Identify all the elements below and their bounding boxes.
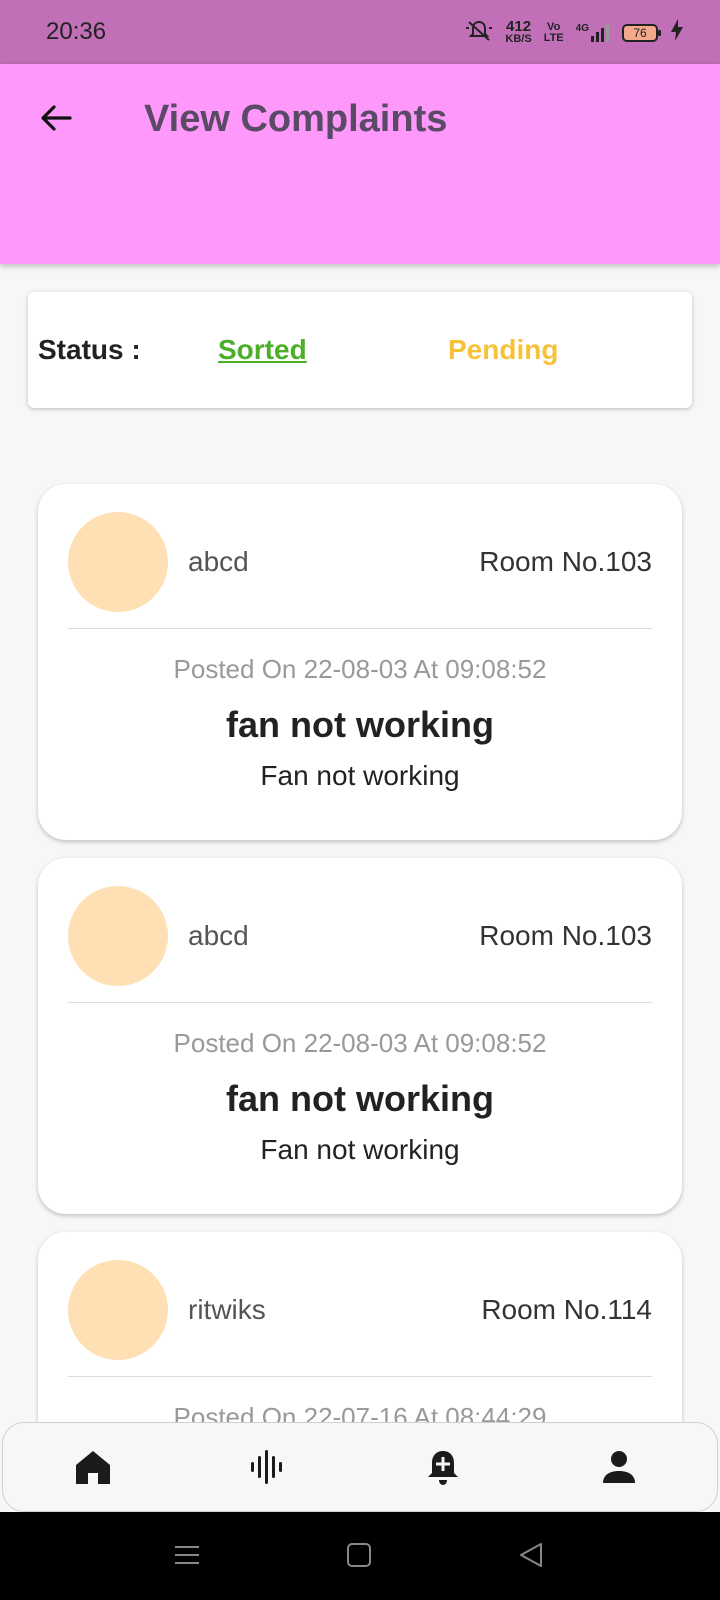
nav-profile[interactable] [597, 1445, 641, 1489]
system-nav-bar [0, 1512, 720, 1600]
complaint-room: Room No.103 [479, 920, 652, 951]
divider [68, 1002, 652, 1003]
bottom-nav [2, 1422, 718, 1512]
battery-icon: 76 [622, 23, 661, 42]
complaint-posted: Posted On 22-08-03 At 09:08:52 [173, 1028, 547, 1058]
net-speed-value: 412 [506, 18, 532, 35]
status-time: 20:36 [46, 18, 107, 45]
recents-button[interactable] [172, 1540, 202, 1570]
audio-wave-icon [251, 1450, 282, 1484]
complaint-user: abcd [188, 920, 249, 951]
complaint-posted: Posted On 22-08-03 At 09:08:52 [173, 654, 547, 684]
net-speed-unit: KB/S [505, 33, 532, 45]
signal-icon: 4G [576, 23, 610, 43]
page-title: View Complaints [144, 98, 448, 140]
network-type: 4G [575, 22, 589, 34]
back-button[interactable] [36, 98, 76, 138]
complaint-posted: Posted On 22-07-16 At 08:44:29 [173, 1402, 547, 1422]
status-icons: 412 KB/S Vo LTE 4G 76 [465, 18, 684, 47]
nav-activity[interactable] [245, 1445, 289, 1489]
complaint-room: Room No.114 [481, 1294, 652, 1325]
menu-icon [175, 1546, 199, 1564]
complaint-card[interactable]: ritwiks Room No.114 Posted On 22-07-16 A… [38, 1232, 682, 1422]
complaint-description: Fan not working [260, 1134, 460, 1165]
divider [68, 1376, 652, 1377]
volte-bottom: LTE [543, 31, 564, 44]
complaint-subject: fan not working [226, 704, 494, 745]
avatar [68, 1260, 168, 1360]
arrow-left-icon [41, 105, 72, 131]
divider [68, 628, 652, 629]
filter-sorted[interactable]: Sorted [218, 334, 307, 366]
mute-icon [465, 18, 493, 47]
back-nav-button[interactable] [516, 1540, 546, 1570]
nav-home[interactable] [71, 1445, 115, 1489]
home-button[interactable] [344, 1540, 374, 1570]
net-speed: 412 KB/S [505, 18, 532, 45]
volte-top: Vo [547, 20, 561, 33]
status-filter-card: Status : Sorted Pending [28, 292, 692, 408]
avatar [68, 512, 168, 612]
complaint-room: Room No.103 [479, 546, 652, 577]
complaint-list[interactable]: abcd Room No.103 Posted On 22-08-03 At 0… [0, 420, 720, 1422]
status-label: Status : [38, 334, 141, 365]
complaint-user: ritwiks [188, 1294, 266, 1325]
complaint-subject: fan not working [226, 1078, 494, 1119]
complaint-card[interactable]: abcd Room No.103 Posted On 22-08-03 At 0… [38, 484, 682, 840]
status-bar: 20:36 412 KB/S Vo LTE 4G 76 [0, 0, 720, 64]
filter-pending[interactable]: Pending [448, 334, 558, 366]
complaint-user: abcd [188, 546, 249, 577]
complaint-description: Fan not working [260, 760, 460, 791]
add-alert-icon [428, 1451, 458, 1485]
complaint-card[interactable]: abcd Room No.103 Posted On 22-08-03 At 0… [38, 858, 682, 1214]
avatar [68, 886, 168, 986]
square-icon [347, 1543, 371, 1567]
triangle-back-icon [520, 1543, 542, 1567]
person-icon [603, 1451, 635, 1483]
home-icon [76, 1451, 110, 1484]
app-bar: View Complaints [0, 64, 720, 264]
charging-icon [670, 18, 684, 47]
nav-complaints[interactable] [421, 1445, 465, 1489]
volte-indicator: Vo LTE [543, 20, 564, 44]
